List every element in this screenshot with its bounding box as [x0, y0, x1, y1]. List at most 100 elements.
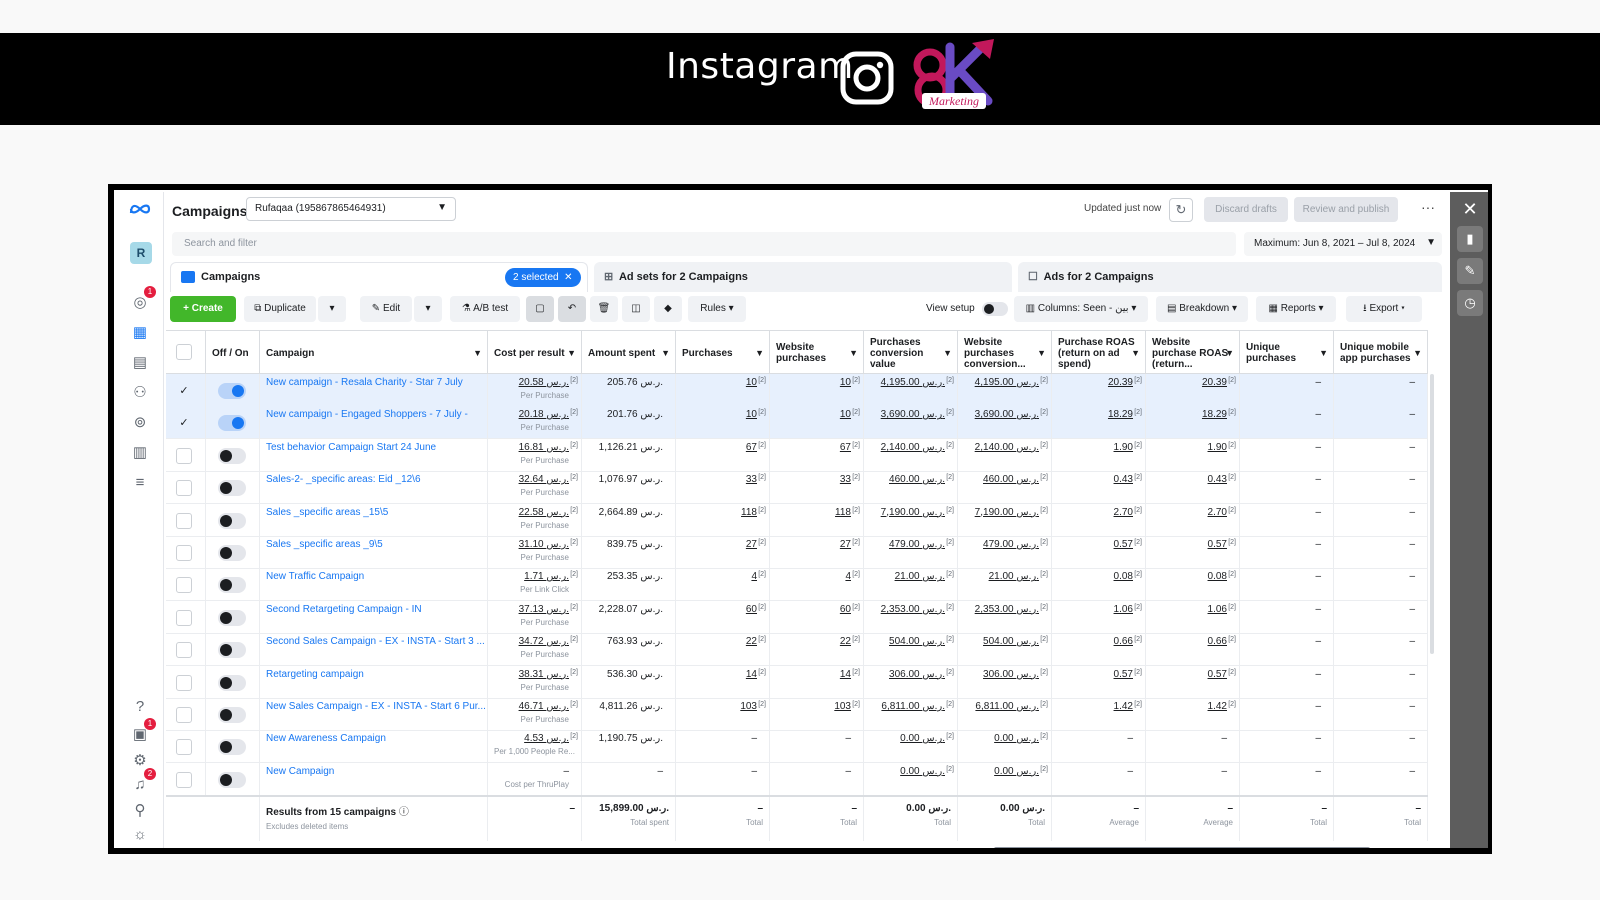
bug-report-icon[interactable]: ☼	[128, 822, 152, 846]
metric-value[interactable]: 0.43	[1114, 474, 1133, 485]
metric-value[interactable]: 2,140.00 ر.س.	[881, 442, 945, 453]
table-row[interactable]: Retargeting campaign 38.31 ر.س. [2] Per Pur…	[166, 665, 1428, 699]
row-checkbox[interactable]	[176, 707, 192, 723]
metric-value[interactable]: 22.58 ر.س.	[519, 507, 569, 518]
info-icon[interactable]: ⓘ	[399, 807, 409, 818]
metric-value[interactable]: 306.00 ر.س.	[889, 669, 945, 680]
search-filter-input[interactable]: Search and filter	[172, 232, 1236, 256]
metric-value[interactable]: 10	[746, 409, 757, 420]
pages-icon[interactable]: ▤	[128, 350, 152, 374]
help-icon[interactable]: ?	[128, 694, 152, 718]
row-checkbox[interactable]	[176, 577, 192, 594]
metric-value[interactable]: 14	[840, 669, 851, 680]
campaign-on-off-toggle[interactable]	[218, 480, 246, 497]
metric-value[interactable]: 0.08	[1114, 571, 1133, 582]
selected-count-badge[interactable]: 2 selected ✕	[505, 268, 581, 287]
table-row[interactable]: ✓ New campaign - Engaged Shoppers - 7 Jul…	[166, 406, 1428, 440]
rules-button[interactable]: Rules ▾	[688, 296, 746, 322]
metric-value[interactable]: 2.70	[1208, 507, 1227, 518]
campaign-name-link[interactable]: Sales _specific areas _9\5	[260, 536, 488, 569]
campaign-name-link[interactable]: New Sales Campaign - EX - INSTA - Start …	[260, 698, 488, 731]
campaign-on-off-toggle[interactable]	[218, 383, 246, 399]
edit-dropdown-icon[interactable]: ▾	[414, 296, 442, 322]
metric-value[interactable]: 306.00 ر.س.	[983, 669, 1039, 680]
metric-value[interactable]: 67	[840, 442, 851, 453]
metric-value[interactable]: 7,190.00 ر.س.	[881, 507, 945, 518]
metric-value[interactable]: 33	[840, 474, 851, 485]
metric-value[interactable]: 4,195.00 ر.س.	[881, 377, 945, 388]
date-range-picker[interactable]: Maximum: Jun 8, 2021 – Jul 8, 2024 ▼	[1244, 232, 1442, 256]
campaign-name-link[interactable]: New campaign - Resala Charity - Star 7 J…	[260, 374, 488, 407]
metric-value[interactable]: 27	[840, 539, 851, 550]
metric-value[interactable]: 0.00 ر.س.	[994, 766, 1039, 777]
close-icon[interactable]: ✕	[1457, 196, 1483, 222]
column-header[interactable]: Off / On	[206, 331, 260, 375]
metric-value[interactable]: 479.00 ر.س.	[889, 539, 945, 550]
create-button[interactable]: + Create	[170, 296, 236, 322]
table-row[interactable]: Second Sales Campaign - EX - INSTA - Sta…	[166, 633, 1428, 667]
campaign-name-link[interactable]: Second Sales Campaign - EX - INSTA - Sta…	[260, 633, 488, 667]
edit-button[interactable]: ✎ Edit	[360, 296, 412, 322]
table-row[interactable]: Second Retargeting Campaign - IN 37.13 ر.…	[166, 600, 1428, 634]
metric-value[interactable]: 2,140.00 ر.س.	[975, 442, 1039, 453]
metric-value[interactable]: 1.06	[1114, 604, 1133, 615]
delete-trash-icon[interactable]: 🗑	[590, 296, 618, 322]
metric-value[interactable]: 46.71 ر.س.	[519, 701, 569, 712]
metric-value[interactable]: 10	[840, 377, 851, 388]
metric-value[interactable]: 118	[835, 507, 851, 518]
column-header[interactable]: Website purchase ROAS (return... ▼	[1146, 331, 1240, 375]
campaign-name-link[interactable]: Second Retargeting Campaign - IN	[260, 600, 488, 634]
alerts-icon[interactable]: ◎ 1	[128, 286, 156, 314]
audiences-icon[interactable]: ⚇	[128, 380, 152, 404]
tab-ads[interactable]: ☐ Ads for 2 Campaigns	[1018, 262, 1442, 292]
metric-value[interactable]: 67	[746, 442, 757, 453]
column-header[interactable]: Purchases ▼	[676, 331, 770, 375]
campaign-name-link[interactable]: Test behavior Campaign Start 24 June	[260, 438, 488, 472]
column-header[interactable]: Purchases conversion value ▼	[864, 331, 958, 375]
row-checkbox[interactable]	[176, 480, 192, 497]
meta-logo-icon[interactable]	[128, 202, 152, 216]
metric-value[interactable]: 18.29	[1202, 409, 1227, 420]
column-header[interactable]: Purchase ROAS (return on ad spend) ▼	[1052, 331, 1146, 375]
campaign-name-link[interactable]: New campaign - Engaged Shoppers - 7 July…	[260, 406, 488, 440]
column-header[interactable]: Unique purchases ▼	[1240, 331, 1334, 375]
metric-value[interactable]: 1.42	[1208, 701, 1227, 712]
metric-value[interactable]: 38.31 ر.س.	[519, 669, 569, 680]
metric-value[interactable]: 20.39	[1202, 377, 1227, 388]
metric-value[interactable]: 20.58 ر.س.	[519, 377, 569, 388]
metric-value[interactable]: 10	[746, 377, 757, 388]
messages-icon[interactable]: ▣ 1	[128, 718, 156, 746]
table-row[interactable]: New Awareness Campaign 4.53 ر.س. [2] Per 1,…	[166, 730, 1428, 764]
metric-value[interactable]: 4	[751, 571, 757, 582]
refresh-icon[interactable]: ↻	[1169, 198, 1193, 222]
campaign-on-off-toggle[interactable]	[218, 512, 246, 529]
row-checkbox[interactable]: ✓	[176, 415, 192, 432]
tab-campaigns[interactable]: Campaigns 2 selected ✕	[170, 262, 588, 292]
metric-value[interactable]: 0.43	[1208, 474, 1227, 485]
campaign-name-link[interactable]: Sales-2- _specific areas: Eid _12\6	[260, 471, 488, 505]
select-all-checkbox[interactable]	[176, 344, 192, 360]
row-checkbox[interactable]	[176, 771, 192, 788]
row-checkbox[interactable]	[176, 545, 192, 561]
campaign-name-link[interactable]: New Campaign	[260, 762, 488, 796]
metric-value[interactable]: 60	[746, 604, 757, 615]
campaign-on-off-toggle[interactable]	[218, 609, 246, 626]
duplicate-dropdown-icon[interactable]: ▾	[318, 296, 346, 322]
table-row[interactable]: Sales-2- _specific areas: Eid _12\6 32.64…	[166, 471, 1428, 505]
campaign-on-off-toggle[interactable]	[218, 739, 246, 756]
table-row[interactable]: Sales _specific areas _15\5 22.58 ر.س. [2]…	[166, 503, 1428, 537]
columns-button[interactable]: ▥ Columns: Seen - بين ▾	[1014, 296, 1148, 322]
reports-button[interactable]: ▦ Reports ▾	[1256, 296, 1336, 322]
chart-icon[interactable]: ▮	[1457, 226, 1483, 252]
metric-value[interactable]: 3,690.00 ر.س.	[881, 409, 945, 420]
metric-value[interactable]: 2,353.00 ر.س.	[975, 604, 1039, 615]
breakdown-button[interactable]: ▤ Breakdown ▾	[1156, 296, 1248, 322]
metric-value[interactable]: 32.64 ر.س.	[519, 474, 569, 485]
metric-value[interactable]: 0.57	[1114, 539, 1133, 550]
discard-drafts-button[interactable]: Discard drafts	[1204, 197, 1288, 222]
metric-value[interactable]: 14	[746, 669, 757, 680]
metric-value[interactable]: 1.71 ر.س.	[524, 571, 569, 582]
search-icon[interactable]: ⚲	[128, 798, 152, 822]
metric-value[interactable]: 504.00 ر.س.	[983, 636, 1039, 647]
campaign-name-link[interactable]: Sales _specific areas _15\5	[260, 503, 488, 537]
